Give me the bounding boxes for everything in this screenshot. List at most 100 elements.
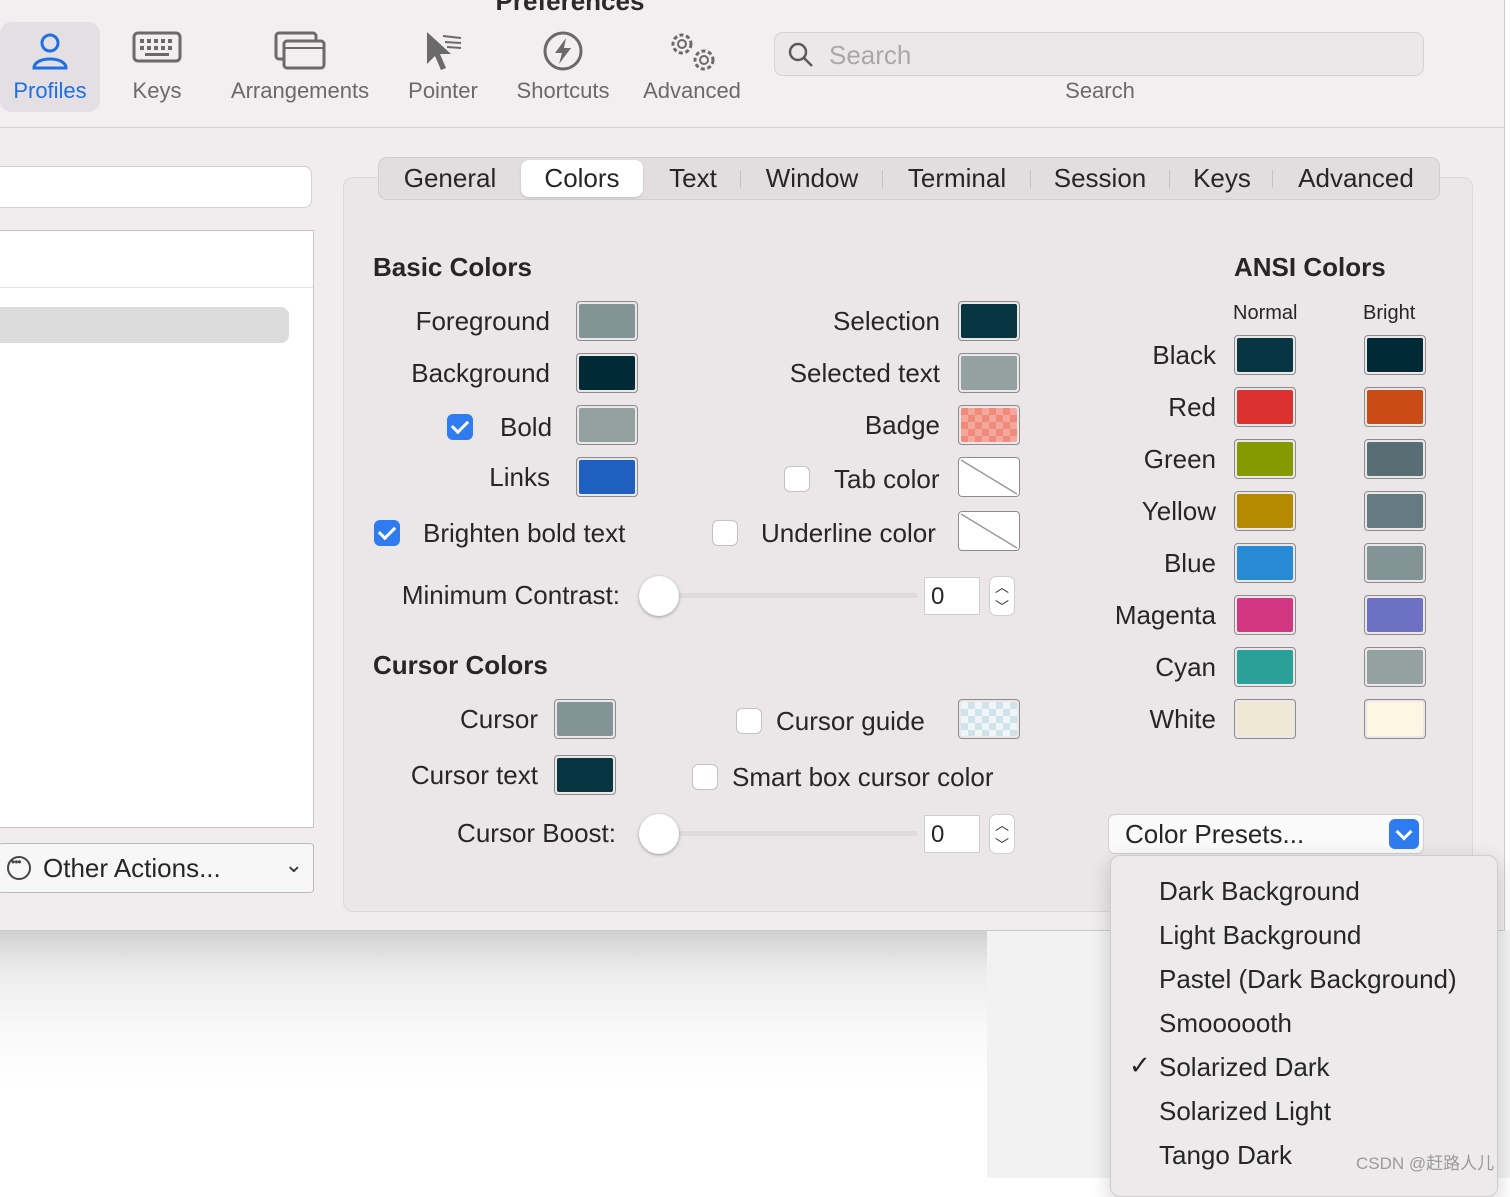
ansi-green-label: Green (1143, 444, 1216, 474)
menu-item-pastel[interactable]: Pastel (Dark Background) (1111, 956, 1497, 1000)
ansi-colors-heading: ANSI Colors (1234, 252, 1386, 282)
chevron-down-icon[interactable]: ﹀ (990, 835, 1014, 855)
menu-item-light-background[interactable]: Light Background (1111, 912, 1497, 956)
chevron-down-icon: ⌄ (284, 852, 303, 877)
tab-color-checkbox[interactable] (784, 466, 810, 492)
toolbar-keys[interactable]: Keys (112, 22, 202, 112)
color-swatch (557, 758, 613, 792)
ansi-green-bright-well[interactable] (1364, 439, 1426, 479)
toolbar-profiles[interactable]: Profiles (0, 22, 100, 112)
color-presets-menu: Dark Background Light Background Pastel … (1110, 855, 1498, 1197)
ansi-red-bright-well[interactable] (1364, 387, 1426, 427)
color-swatch (1367, 598, 1423, 632)
ansi-white-normal-well[interactable] (1234, 699, 1296, 739)
profiles-list-selected-row[interactable] (0, 307, 289, 343)
tab-advanced[interactable]: Advanced (1277, 158, 1435, 199)
cursor-guide-label: Cursor guide (776, 706, 925, 736)
min-contrast-slider-track[interactable] (658, 593, 918, 598)
cursor-boost-slider-knob[interactable] (639, 814, 679, 854)
color-swatch (1367, 494, 1423, 528)
menu-item-label: Pastel (Dark Background) (1159, 964, 1457, 994)
profiles-list[interactable] (0, 230, 314, 828)
selected-text-color-well[interactable] (958, 353, 1020, 393)
min-contrast-stepper[interactable]: ︿ ﹀ (989, 576, 1015, 616)
cursor-colors-heading: Cursor Colors (373, 650, 548, 680)
color-swatch (1237, 390, 1293, 424)
chevron-up-icon[interactable]: ︿ (990, 815, 1014, 835)
cursor-color-well[interactable] (554, 699, 616, 739)
tab-general[interactable]: General (385, 158, 515, 199)
bold-checkbox[interactable] (447, 414, 473, 440)
toolbar-shortcuts[interactable]: Shortcuts (506, 22, 620, 112)
underline-color-well[interactable] (958, 511, 1020, 551)
no-color-slash-icon (960, 513, 1018, 549)
chevron-down-icon[interactable]: ﹀ (990, 597, 1014, 617)
tab-terminal[interactable]: Terminal (887, 158, 1027, 199)
ansi-black-bright-well[interactable] (1364, 335, 1426, 375)
bold-color-well[interactable] (576, 405, 638, 445)
toolbar-pointer[interactable]: Pointer (400, 22, 486, 112)
cursor-boost-slider-track[interactable] (658, 831, 918, 836)
color-presets-popup[interactable]: Color Presets... (1108, 814, 1424, 854)
ansi-yellow-normal-well[interactable] (1234, 491, 1296, 531)
tab-window[interactable]: Window (745, 158, 879, 199)
color-swatch (1367, 390, 1423, 424)
underline-color-checkbox[interactable] (712, 520, 738, 546)
toolbar-arrangements[interactable]: Arrangements (222, 22, 378, 112)
ansi-blue-bright-well[interactable] (1364, 543, 1426, 583)
ansi-green-normal-well[interactable] (1234, 439, 1296, 479)
tab-session[interactable]: Session (1035, 158, 1165, 199)
min-contrast-field[interactable]: 0 (924, 577, 980, 615)
color-swatch (961, 408, 1017, 442)
cursor-text-color-well[interactable] (554, 755, 616, 795)
ansi-cyan-normal-well[interactable] (1234, 647, 1296, 687)
ansi-red-normal-well[interactable] (1234, 387, 1296, 427)
ansi-blue-normal-well[interactable] (1234, 543, 1296, 583)
min-contrast-slider-knob[interactable] (639, 576, 679, 616)
menu-item-dark-background[interactable]: Dark Background (1111, 868, 1497, 912)
ansi-yellow-bright-well[interactable] (1364, 491, 1426, 531)
cursor-boost-field[interactable]: 0 (924, 815, 980, 853)
brighten-bold-checkbox[interactable] (374, 520, 400, 546)
tab-colors[interactable]: Colors (521, 160, 643, 197)
selection-color-well[interactable] (958, 301, 1020, 341)
cursor-boost-stepper[interactable]: ︿ ﹀ (989, 814, 1015, 854)
links-color-well[interactable] (576, 457, 638, 497)
background-color-well[interactable] (576, 353, 638, 393)
tab-text[interactable]: Text (649, 158, 737, 199)
menu-item-solarized-dark[interactable]: ✓ Solarized Dark (1111, 1044, 1497, 1088)
other-actions-button[interactable]: Other Actions... ⌄ (0, 843, 314, 893)
color-swatch (579, 460, 635, 494)
tab-color-well[interactable] (958, 457, 1020, 497)
ansi-magenta-normal-well[interactable] (1234, 595, 1296, 635)
color-swatch (1237, 494, 1293, 528)
ansi-cyan-bright-well[interactable] (1364, 647, 1426, 687)
chevron-down-icon (1389, 819, 1419, 849)
search-box[interactable] (774, 32, 1424, 76)
chevron-up-icon[interactable]: ︿ (990, 577, 1014, 597)
ansi-black-normal-well[interactable] (1234, 335, 1296, 375)
ansi-magenta-bright-well[interactable] (1364, 595, 1426, 635)
menu-item-solarized-light[interactable]: Solarized Light (1111, 1088, 1497, 1132)
smart-box-label: Smart box cursor color (732, 762, 994, 792)
foreground-color-well[interactable] (576, 301, 638, 341)
smart-box-checkbox[interactable] (692, 764, 718, 790)
menu-item-smoooooth[interactable]: Smoooooth (1111, 1000, 1497, 1044)
cursor-guide-checkbox[interactable] (736, 708, 762, 734)
toolbar-label: Shortcuts (516, 78, 610, 103)
window-title: Preferences (495, 0, 645, 16)
tab-separator (1030, 170, 1031, 188)
toolbar-label: Keys (132, 78, 182, 103)
watermark: CSDN @赶路人儿 (1356, 1154, 1495, 1173)
badge-color-well[interactable] (958, 405, 1020, 445)
menu-item-label: Dark Background (1159, 876, 1360, 906)
profile-filter-field[interactable] (0, 166, 312, 208)
search-input[interactable] (827, 38, 1391, 72)
ansi-white-bright-well[interactable] (1364, 699, 1426, 739)
tab-keys[interactable]: Keys (1175, 158, 1269, 199)
toolbar-advanced[interactable]: Advanced (636, 22, 748, 112)
tab-separator (882, 170, 883, 188)
cursor-guide-color-well[interactable] (958, 699, 1020, 739)
cursor-label: Cursor (459, 704, 538, 734)
menu-item-label: Tango Dark (1159, 1140, 1292, 1170)
